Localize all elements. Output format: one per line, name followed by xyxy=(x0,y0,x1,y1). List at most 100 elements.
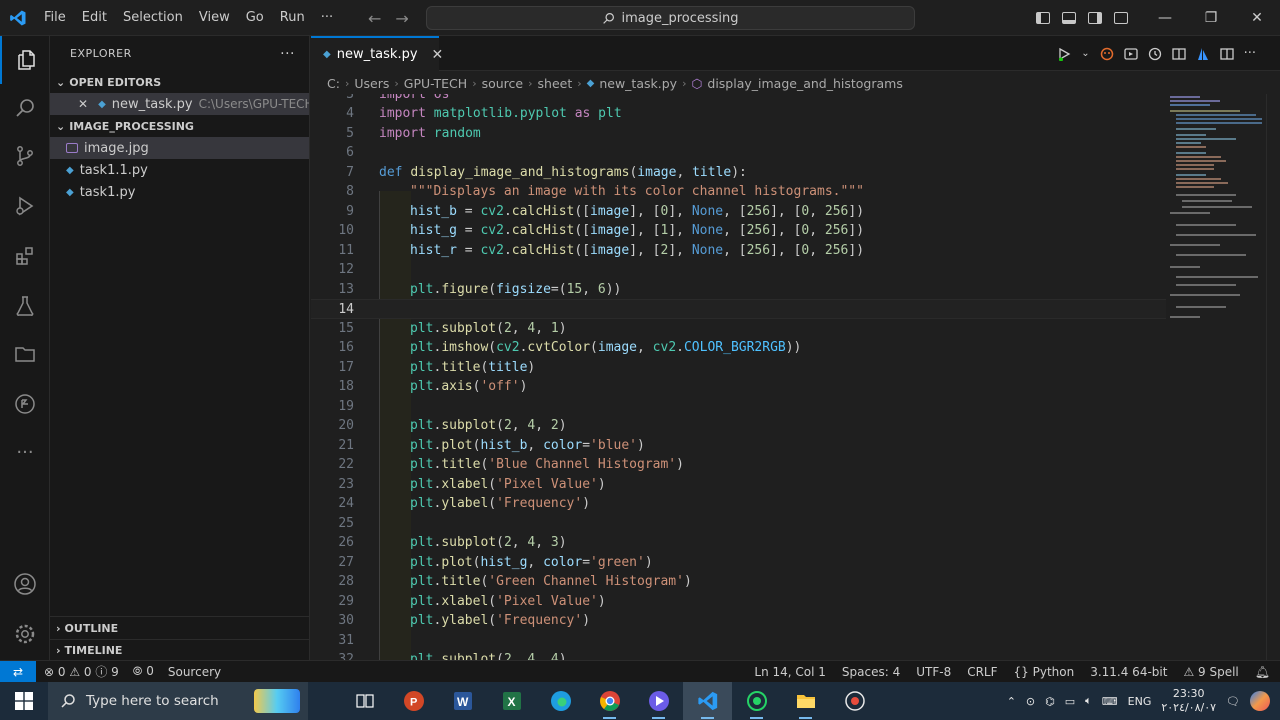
vscode-taskbar-icon[interactable] xyxy=(683,682,732,720)
media-app-icon[interactable] xyxy=(634,682,683,720)
tab-close-button[interactable]: ✕ xyxy=(432,47,444,63)
restore-button[interactable]: ❐ xyxy=(1188,0,1234,36)
tab-new-task[interactable]: ◆ new_task.py ✕ xyxy=(311,36,443,71)
whatsapp-icon[interactable] xyxy=(732,682,781,720)
toggle-panel-icon[interactable] xyxy=(1062,12,1076,24)
open-editor-item[interactable]: ✕ ◆ new_task.py C:\Users\GPU-TECH\... xyxy=(50,93,309,115)
powerpoint-icon[interactable]: P xyxy=(389,682,438,720)
ports-status[interactable]: ⦾ 0 xyxy=(133,664,154,679)
menu-more[interactable]: ··· xyxy=(313,0,341,36)
task-view-icon[interactable] xyxy=(340,682,389,720)
explorer-icon[interactable] xyxy=(0,36,50,84)
cursor-position[interactable]: Ln 14, Col 1 xyxy=(754,665,826,679)
input-language[interactable]: ENG xyxy=(1128,695,1152,708)
forward-arrow-icon[interactable]: → xyxy=(395,9,408,28)
preview-icon[interactable] xyxy=(1123,47,1138,61)
menu-edit[interactable]: Edit xyxy=(74,0,115,36)
editor-actions: ⌄ ··· xyxy=(1057,36,1256,71)
breadcrumb-item[interactable]: sheet xyxy=(538,76,573,91)
start-windows-icon[interactable] xyxy=(0,682,48,720)
menu-view[interactable]: View xyxy=(191,0,238,36)
settings-gear-icon[interactable] xyxy=(0,610,50,658)
search-icon[interactable] xyxy=(0,84,50,132)
back-arrow-icon[interactable]: ← xyxy=(368,9,381,28)
command-center[interactable]: image_processing xyxy=(426,6,915,30)
menu-file[interactable]: File xyxy=(36,0,74,36)
keyboard-icon[interactable]: ⌨ xyxy=(1102,695,1118,708)
problems-status[interactable]: ⊗ 0 ⚠ 0 ⓘ 9 xyxy=(44,663,119,680)
notification-center-icon[interactable]: 🗨︎ xyxy=(1226,695,1240,708)
snipping-tool-icon[interactable] xyxy=(830,682,879,720)
file-item-image[interactable]: image.jpg xyxy=(50,137,309,159)
more-actions-icon[interactable]: ··· xyxy=(1244,46,1256,61)
vertical-scrollbar[interactable] xyxy=(1266,94,1280,660)
folder-icon[interactable] xyxy=(0,330,50,378)
python-interpreter[interactable]: 3.11.4 64-bit xyxy=(1090,665,1167,679)
volume-icon[interactable]: 🔈︎ xyxy=(1085,694,1092,708)
menu-selection[interactable]: Selection xyxy=(115,0,191,36)
taskbar-clock[interactable]: 23:30 ٢٠٢٤/٠٨/٠٧ xyxy=(1161,687,1216,715)
explorer-more-button[interactable]: ··· xyxy=(280,46,295,62)
minimap[interactable] xyxy=(1168,94,1266,324)
file-item-task1-1[interactable]: ◆ task1.1.py xyxy=(50,159,309,181)
sourcery-status[interactable]: Sourcery xyxy=(168,665,221,679)
network-icon[interactable]: ⌬ xyxy=(1045,695,1055,708)
run-dropdown-chevron-icon[interactable]: ⌄ xyxy=(1081,48,1089,59)
svg-text:W: W xyxy=(457,695,469,709)
timeline-section[interactable]: › TIMELINE xyxy=(50,639,310,661)
file-name: image.jpg xyxy=(84,140,149,156)
testing-flask-icon[interactable] xyxy=(0,282,50,330)
search-placeholder: Type here to search xyxy=(86,693,219,709)
location-icon[interactable]: ⊙ xyxy=(1026,695,1035,708)
split-editor-icon[interactable] xyxy=(1219,47,1234,61)
remote-explorer-icon[interactable] xyxy=(0,380,50,428)
end-of-line[interactable]: CRLF xyxy=(967,665,997,679)
minimize-button[interactable]: — xyxy=(1142,0,1188,36)
sidebar-bottom-sections: › OUTLINE › TIMELINE xyxy=(50,616,310,661)
close-icon[interactable]: ✕ xyxy=(78,97,88,111)
folder-section[interactable]: ⌄ IMAGE_PROCESSING xyxy=(50,115,309,137)
run-debug-icon[interactable] xyxy=(0,182,50,230)
sourcery-icon[interactable] xyxy=(1100,47,1114,61)
code-editor[interactable]: 3 import os 4 import matplotlib.pyplot as … xyxy=(311,94,1280,660)
run-python-file-icon[interactable] xyxy=(1057,47,1071,61)
breadcrumb-item[interactable]: Users xyxy=(354,76,389,91)
breadcrumb-item[interactable]: GPU-TECH xyxy=(404,76,467,91)
excel-icon[interactable]: X xyxy=(487,682,536,720)
menu-run[interactable]: Run xyxy=(272,0,313,36)
outline-section[interactable]: › OUTLINE xyxy=(50,617,310,639)
indentation[interactable]: Spaces: 4 xyxy=(842,665,900,679)
code-line: 11 hist_r = cv2.calcHist([image], [2], No… xyxy=(338,242,865,258)
account-icon[interactable] xyxy=(0,560,50,608)
open-editors-section[interactable]: ⌄ OPEN EDITORS xyxy=(50,71,309,93)
spell-check-status[interactable]: ⚠ 9 Spell xyxy=(1183,665,1238,679)
encoding[interactable]: UTF-8 xyxy=(916,665,951,679)
breadcrumb-item[interactable]: source xyxy=(482,76,524,91)
file-item-task1[interactable]: ◆ task1.py xyxy=(50,181,309,203)
language-mode[interactable]: {} Python xyxy=(1014,665,1075,679)
azure-icon[interactable] xyxy=(1196,47,1210,61)
notifications-bell-icon[interactable]: 🔔︎ xyxy=(1255,665,1270,679)
edge-browser-icon[interactable] xyxy=(536,682,585,720)
file-explorer-icon[interactable] xyxy=(781,682,830,720)
taskbar-search-box[interactable]: Type here to search xyxy=(48,682,308,720)
more-views-icon[interactable]: ··· xyxy=(0,428,50,476)
copilot-icon[interactable] xyxy=(1250,691,1270,711)
breadcrumb-item[interactable]: C: xyxy=(327,76,340,91)
source-control-icon[interactable] xyxy=(0,132,50,180)
show-hidden-icons-chevron-icon[interactable]: ⌃ xyxy=(1007,695,1016,708)
word-icon[interactable]: W xyxy=(438,682,487,720)
close-window-button[interactable]: ✕ xyxy=(1234,0,1280,36)
open-changes-icon[interactable] xyxy=(1171,47,1186,61)
customize-layout-icon[interactable] xyxy=(1114,12,1128,24)
remote-indicator-button[interactable]: ⇄ xyxy=(0,660,36,683)
menu-go[interactable]: Go xyxy=(238,0,272,36)
toggle-secondary-sidebar-icon[interactable] xyxy=(1088,12,1102,24)
breadcrumb-item[interactable]: display_image_and_histograms xyxy=(707,76,902,91)
breadcrumb-item[interactable]: new_task.py xyxy=(599,76,677,91)
battery-icon[interactable]: ▭ xyxy=(1065,695,1075,708)
toggle-primary-sidebar-icon[interactable] xyxy=(1036,12,1050,24)
history-icon[interactable] xyxy=(1148,47,1162,61)
chrome-icon[interactable] xyxy=(585,682,634,720)
extensions-icon[interactable] xyxy=(0,232,50,280)
